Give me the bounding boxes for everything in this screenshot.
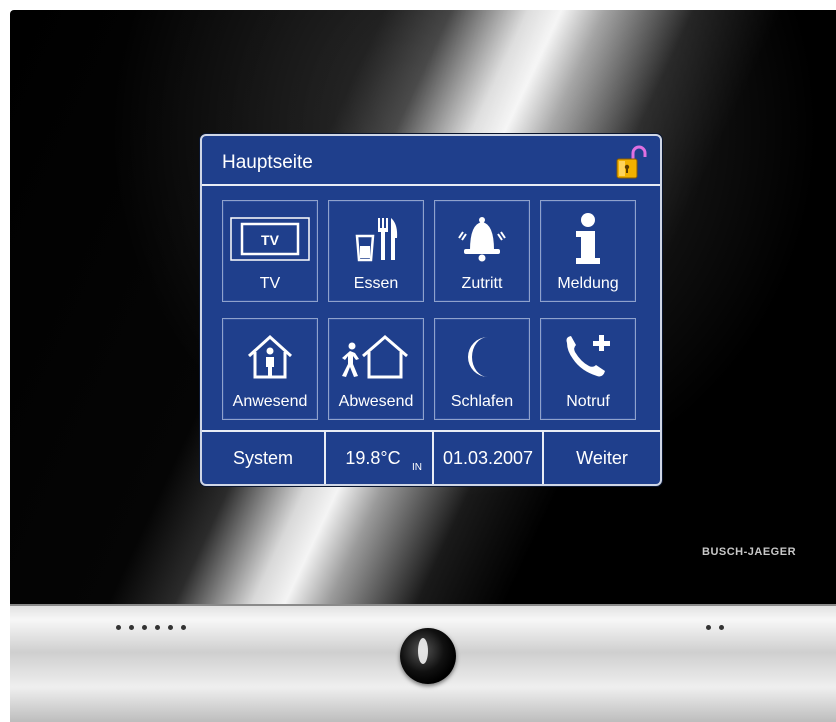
tile-label: Notruf [566, 393, 610, 410]
tile-tv[interactable]: TV TV [222, 200, 318, 302]
touch-screen: Hauptseite TV TV Essen Zutritt Meldung A… [200, 134, 662, 486]
temperature-value: 19.8°C [345, 447, 401, 468]
tv-icon: TV [223, 209, 317, 269]
info-icon [541, 209, 635, 269]
status-bar: System 19.8°C IN 01.03.2007 Weiter [202, 430, 660, 484]
tile-notruf[interactable]: Notruf [540, 318, 636, 420]
speaker-grille-right [706, 625, 724, 630]
tile-zutritt[interactable]: Zutritt [434, 200, 530, 302]
bell-icon [435, 209, 529, 269]
rotary-knob[interactable] [400, 628, 456, 684]
tv-icon-text: TV [261, 232, 280, 248]
tile-label: Zutritt [461, 275, 503, 292]
brand-logo: BUSCH-JAEGER [702, 546, 797, 558]
tile-anwesend[interactable]: Anwesend [222, 318, 318, 420]
house-person-icon [223, 327, 317, 387]
temperature-readout: 19.8°C IN [326, 432, 432, 484]
tile-label: Schlafen [450, 393, 514, 410]
tile-label: Anwesend [232, 393, 308, 410]
date-readout: 01.03.2007 [442, 447, 534, 468]
system-button[interactable]: System [202, 432, 324, 484]
speaker-grille-left [116, 625, 186, 630]
tile-essen[interactable]: Essen [328, 200, 424, 302]
tile-abwesend[interactable]: Abwesend [328, 318, 424, 420]
tile-label: Essen [353, 275, 399, 292]
next-button[interactable]: Weiter [544, 432, 660, 484]
tile-label: TV [259, 275, 281, 292]
tile-schlafen[interactable]: Schlafen [434, 318, 530, 420]
page-title: Hauptseite [222, 152, 313, 173]
unlocked-padlock-icon[interactable] [613, 144, 647, 180]
moon-icon [435, 327, 529, 387]
temperature-unit: IN [412, 462, 422, 473]
dining-icon [329, 209, 423, 269]
tile-label: Abwesend [338, 393, 414, 410]
house-leaving-icon [329, 327, 423, 387]
emergency-phone-icon [541, 327, 635, 387]
tile-meldung[interactable]: Meldung [540, 200, 636, 302]
screen-header: Hauptseite [202, 136, 660, 186]
tile-label: Meldung [557, 275, 619, 292]
